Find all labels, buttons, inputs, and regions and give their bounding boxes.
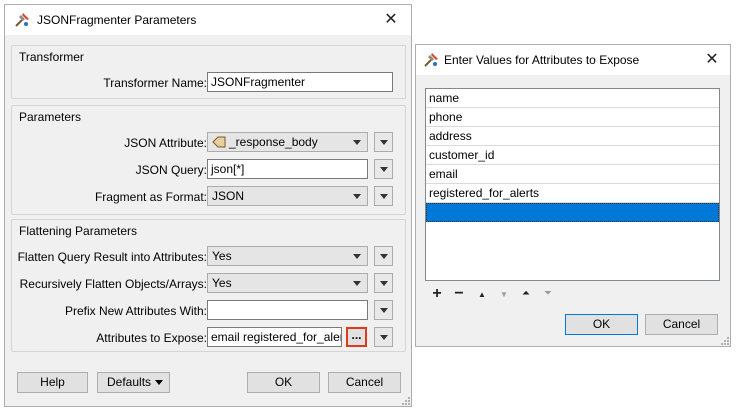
chevron-down-icon [353,281,361,286]
cancel-button[interactable]: Cancel [645,314,718,335]
json-attribute-menu-button[interactable] [374,132,393,152]
move-to-top-icon[interactable]: ⏶ [519,288,533,299]
attributes-to-expose-menu-button[interactable] [374,327,393,347]
chevron-down-icon [380,194,388,199]
chevron-down-icon [155,380,163,385]
flatten-value: Yes [212,249,232,263]
add-row-icon[interactable]: + [429,285,445,303]
close-icon[interactable]: ✕ [371,7,411,33]
move-up-icon[interactable]: ▲ [475,290,489,299]
ok-button[interactable]: OK [247,372,320,393]
list-item[interactable]: email [426,165,719,184]
resize-grip-icon[interactable] [400,395,410,405]
defaults-button[interactable]: Defaults [97,372,170,393]
chevron-down-icon [380,308,388,313]
transformer-name-input[interactable]: JSONFragmenter [207,72,393,92]
resize-grip-icon[interactable] [719,335,729,345]
list-item[interactable]: registered_for_alerts [426,184,719,203]
chevron-down-icon [380,140,388,145]
chevron-down-icon [353,140,361,145]
chevron-down-icon [380,281,388,286]
chevron-down-icon [380,167,388,172]
json-query-input[interactable]: json[*] [207,159,368,179]
recursive-flatten-value: Yes [212,276,232,290]
title-bar[interactable]: Enter Values for Attributes to Expose ✕ [416,45,730,75]
fragment-format-menu-button[interactable] [374,186,393,206]
list-item[interactable]: address [426,127,719,146]
group-title: Flattening Parameters [19,224,138,238]
attribute-tag-icon [212,136,226,148]
flattening-parameters-group: Flattening Parameters Flatten Query Resu… [11,219,406,352]
transformer-group: Transformer Transformer Name: JSONFragme… [11,45,406,99]
fragment-format-value: JSON [212,189,245,203]
parameters-group: Parameters JSON Attribute: _response_bod… [11,105,406,215]
json-attribute-label: JSON Attribute: [124,136,207,150]
attributes-to-expose-input[interactable]: email registered_for_alerts [207,327,342,347]
attributes-to-expose-dialog: Enter Values for Attributes to Expose ✕ … [415,44,731,347]
ellipsis-button[interactable]: ... [346,327,367,347]
prefix-label: Prefix New Attributes With: [64,304,207,318]
fme-transformer-icon [14,12,30,28]
help-button[interactable]: Help [17,372,88,393]
recursive-flatten-select[interactable]: Yes [207,273,368,293]
list-item[interactable]: phone [426,108,719,127]
list-item[interactable]: name [426,89,719,108]
title-bar[interactable]: JSONFragmenter Parameters ✕ [5,5,411,35]
recursive-flatten-label: Recursively Flatten Objects/Arrays: [19,277,207,291]
dialog-title: JSONFragmenter Parameters [37,13,197,27]
defaults-label: Defaults [107,375,152,389]
json-query-label: JSON Query: [135,163,207,177]
move-down-icon[interactable]: ▼ [497,290,511,299]
flatten-menu-button[interactable] [374,246,393,266]
chevron-down-icon [380,335,388,340]
ok-button[interactable]: OK [565,314,638,335]
attributes-to-expose-label: Attributes to Expose: [96,331,207,345]
close-icon[interactable]: ✕ [694,47,730,73]
list-item[interactable]: customer_id [426,146,719,165]
remove-row-icon[interactable]: − [451,285,467,303]
fragment-format-label: Fragment as Format: [94,190,207,204]
flatten-select[interactable]: Yes [207,246,368,266]
transformer-name-label: Transformer Name: [103,76,207,90]
group-title: Transformer [19,50,84,64]
chevron-down-icon [353,254,361,259]
fragment-format-select[interactable]: JSON [207,186,368,206]
json-attribute-value: _response_body [229,135,318,149]
json-query-menu-button[interactable] [374,159,393,179]
fme-transformer-icon [423,52,439,68]
jsonfragmenter-parameters-dialog: JSONFragmenter Parameters ✕ Transformer … [4,4,412,407]
json-attribute-select[interactable]: _response_body [207,132,368,152]
attribute-values-list[interactable]: name phone address customer_id email reg… [425,88,720,281]
move-to-bottom-icon[interactable]: ⏷ [541,288,555,299]
prefix-input[interactable] [207,300,368,320]
chevron-down-icon [353,194,361,199]
dialog-title: Enter Values for Attributes to Expose [444,53,640,67]
group-title: Parameters [19,110,82,124]
list-item-selected[interactable] [426,203,719,222]
prefix-menu-button[interactable] [374,300,393,320]
flatten-label: Flatten Query Result into Attributes: [17,250,207,264]
chevron-down-icon [380,254,388,259]
cancel-button[interactable]: Cancel [328,372,401,393]
recursive-flatten-menu-button[interactable] [374,273,393,293]
